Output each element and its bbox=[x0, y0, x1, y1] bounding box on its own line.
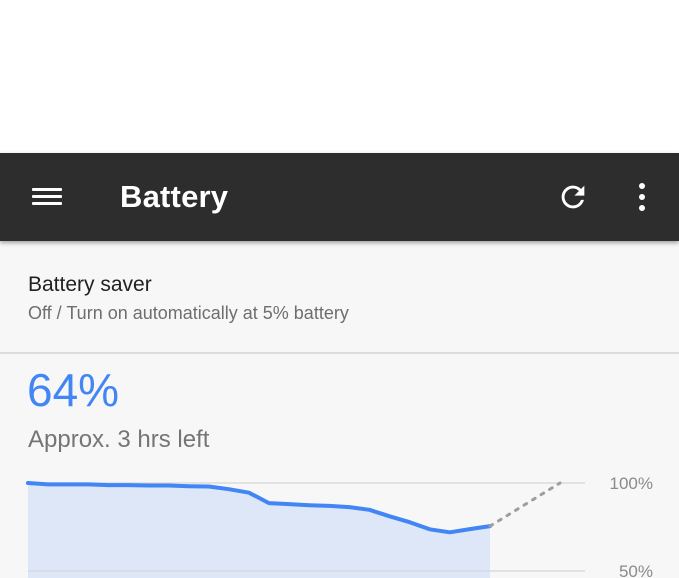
more-vert-icon[interactable] bbox=[628, 180, 656, 214]
battery-percent: 64% bbox=[27, 364, 120, 416]
battery-saver-title: Battery saver bbox=[28, 273, 152, 296]
y-tick-label: 100% bbox=[610, 474, 653, 493]
menu-icon[interactable] bbox=[30, 184, 64, 210]
time-remaining: Approx. 3 hrs left bbox=[28, 426, 210, 453]
page-title: Battery bbox=[120, 179, 229, 214]
battery-saver-setting[interactable]: Battery saver Off / Turn on automaticall… bbox=[0, 241, 679, 352]
battery-history-chart[interactable]: 100% 50% bbox=[0, 466, 679, 578]
status-bar-area bbox=[0, 0, 679, 153]
projection-line bbox=[488, 481, 562, 528]
battery-saver-summary: Off / Turn on automatically at 5% batter… bbox=[28, 303, 349, 323]
refresh-icon[interactable] bbox=[556, 180, 590, 214]
app-toolbar: Battery bbox=[0, 153, 679, 241]
y-tick-label: 50% bbox=[619, 562, 653, 578]
battery-content: Battery saver Off / Turn on automaticall… bbox=[0, 241, 679, 578]
divider bbox=[0, 352, 679, 354]
